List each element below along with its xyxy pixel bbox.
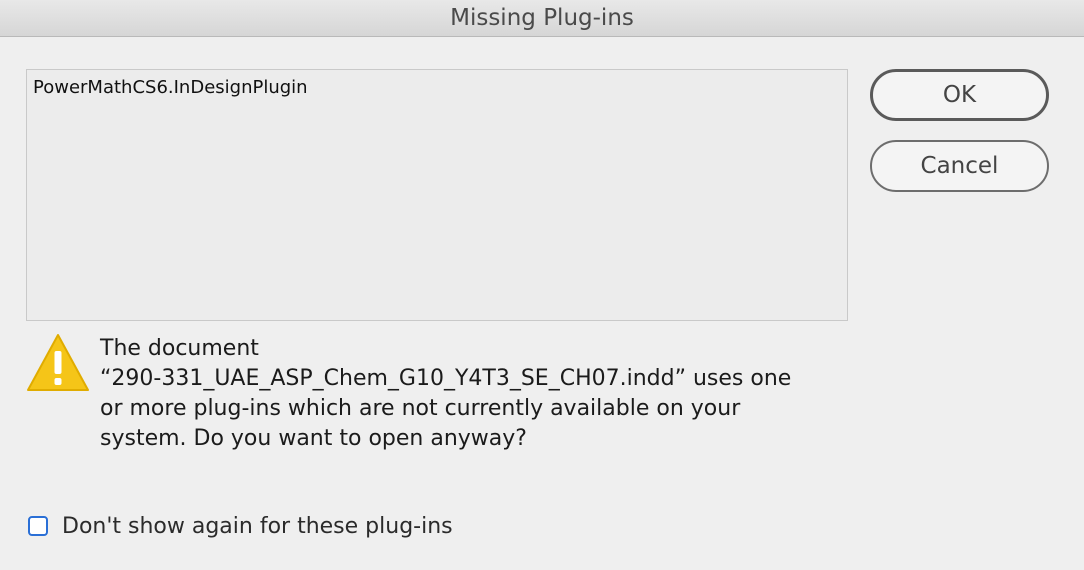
dont-show-again-label[interactable]: Don't show again for these plug-ins bbox=[62, 514, 453, 539]
window-title: Missing Plug-ins bbox=[0, 0, 1084, 37]
message-line: system. Do you want to open anyway? bbox=[100, 426, 527, 451]
ok-button[interactable]: OK bbox=[870, 69, 1049, 121]
warning-message: The document “290-331_UAE_ASP_Chem_G10_Y… bbox=[100, 334, 860, 454]
missing-plugins-dialog: Missing Plug-ins PowerMathCS6.InDesignPl… bbox=[0, 0, 1084, 570]
dont-show-again-row[interactable]: Don't show again for these plug-ins bbox=[28, 511, 453, 541]
dont-show-again-checkbox[interactable] bbox=[28, 516, 48, 536]
plugin-list[interactable]: PowerMathCS6.InDesignPlugin bbox=[26, 69, 848, 321]
warning-icon bbox=[27, 334, 89, 391]
list-item[interactable]: PowerMathCS6.InDesignPlugin bbox=[33, 77, 841, 99]
message-line: The document bbox=[100, 336, 259, 361]
message-line: or more plug-ins which are not currently… bbox=[100, 396, 741, 421]
cancel-button[interactable]: Cancel bbox=[870, 140, 1049, 192]
message-line: “290-331_UAE_ASP_Chem_G10_Y4T3_SE_CH07.i… bbox=[100, 366, 792, 391]
